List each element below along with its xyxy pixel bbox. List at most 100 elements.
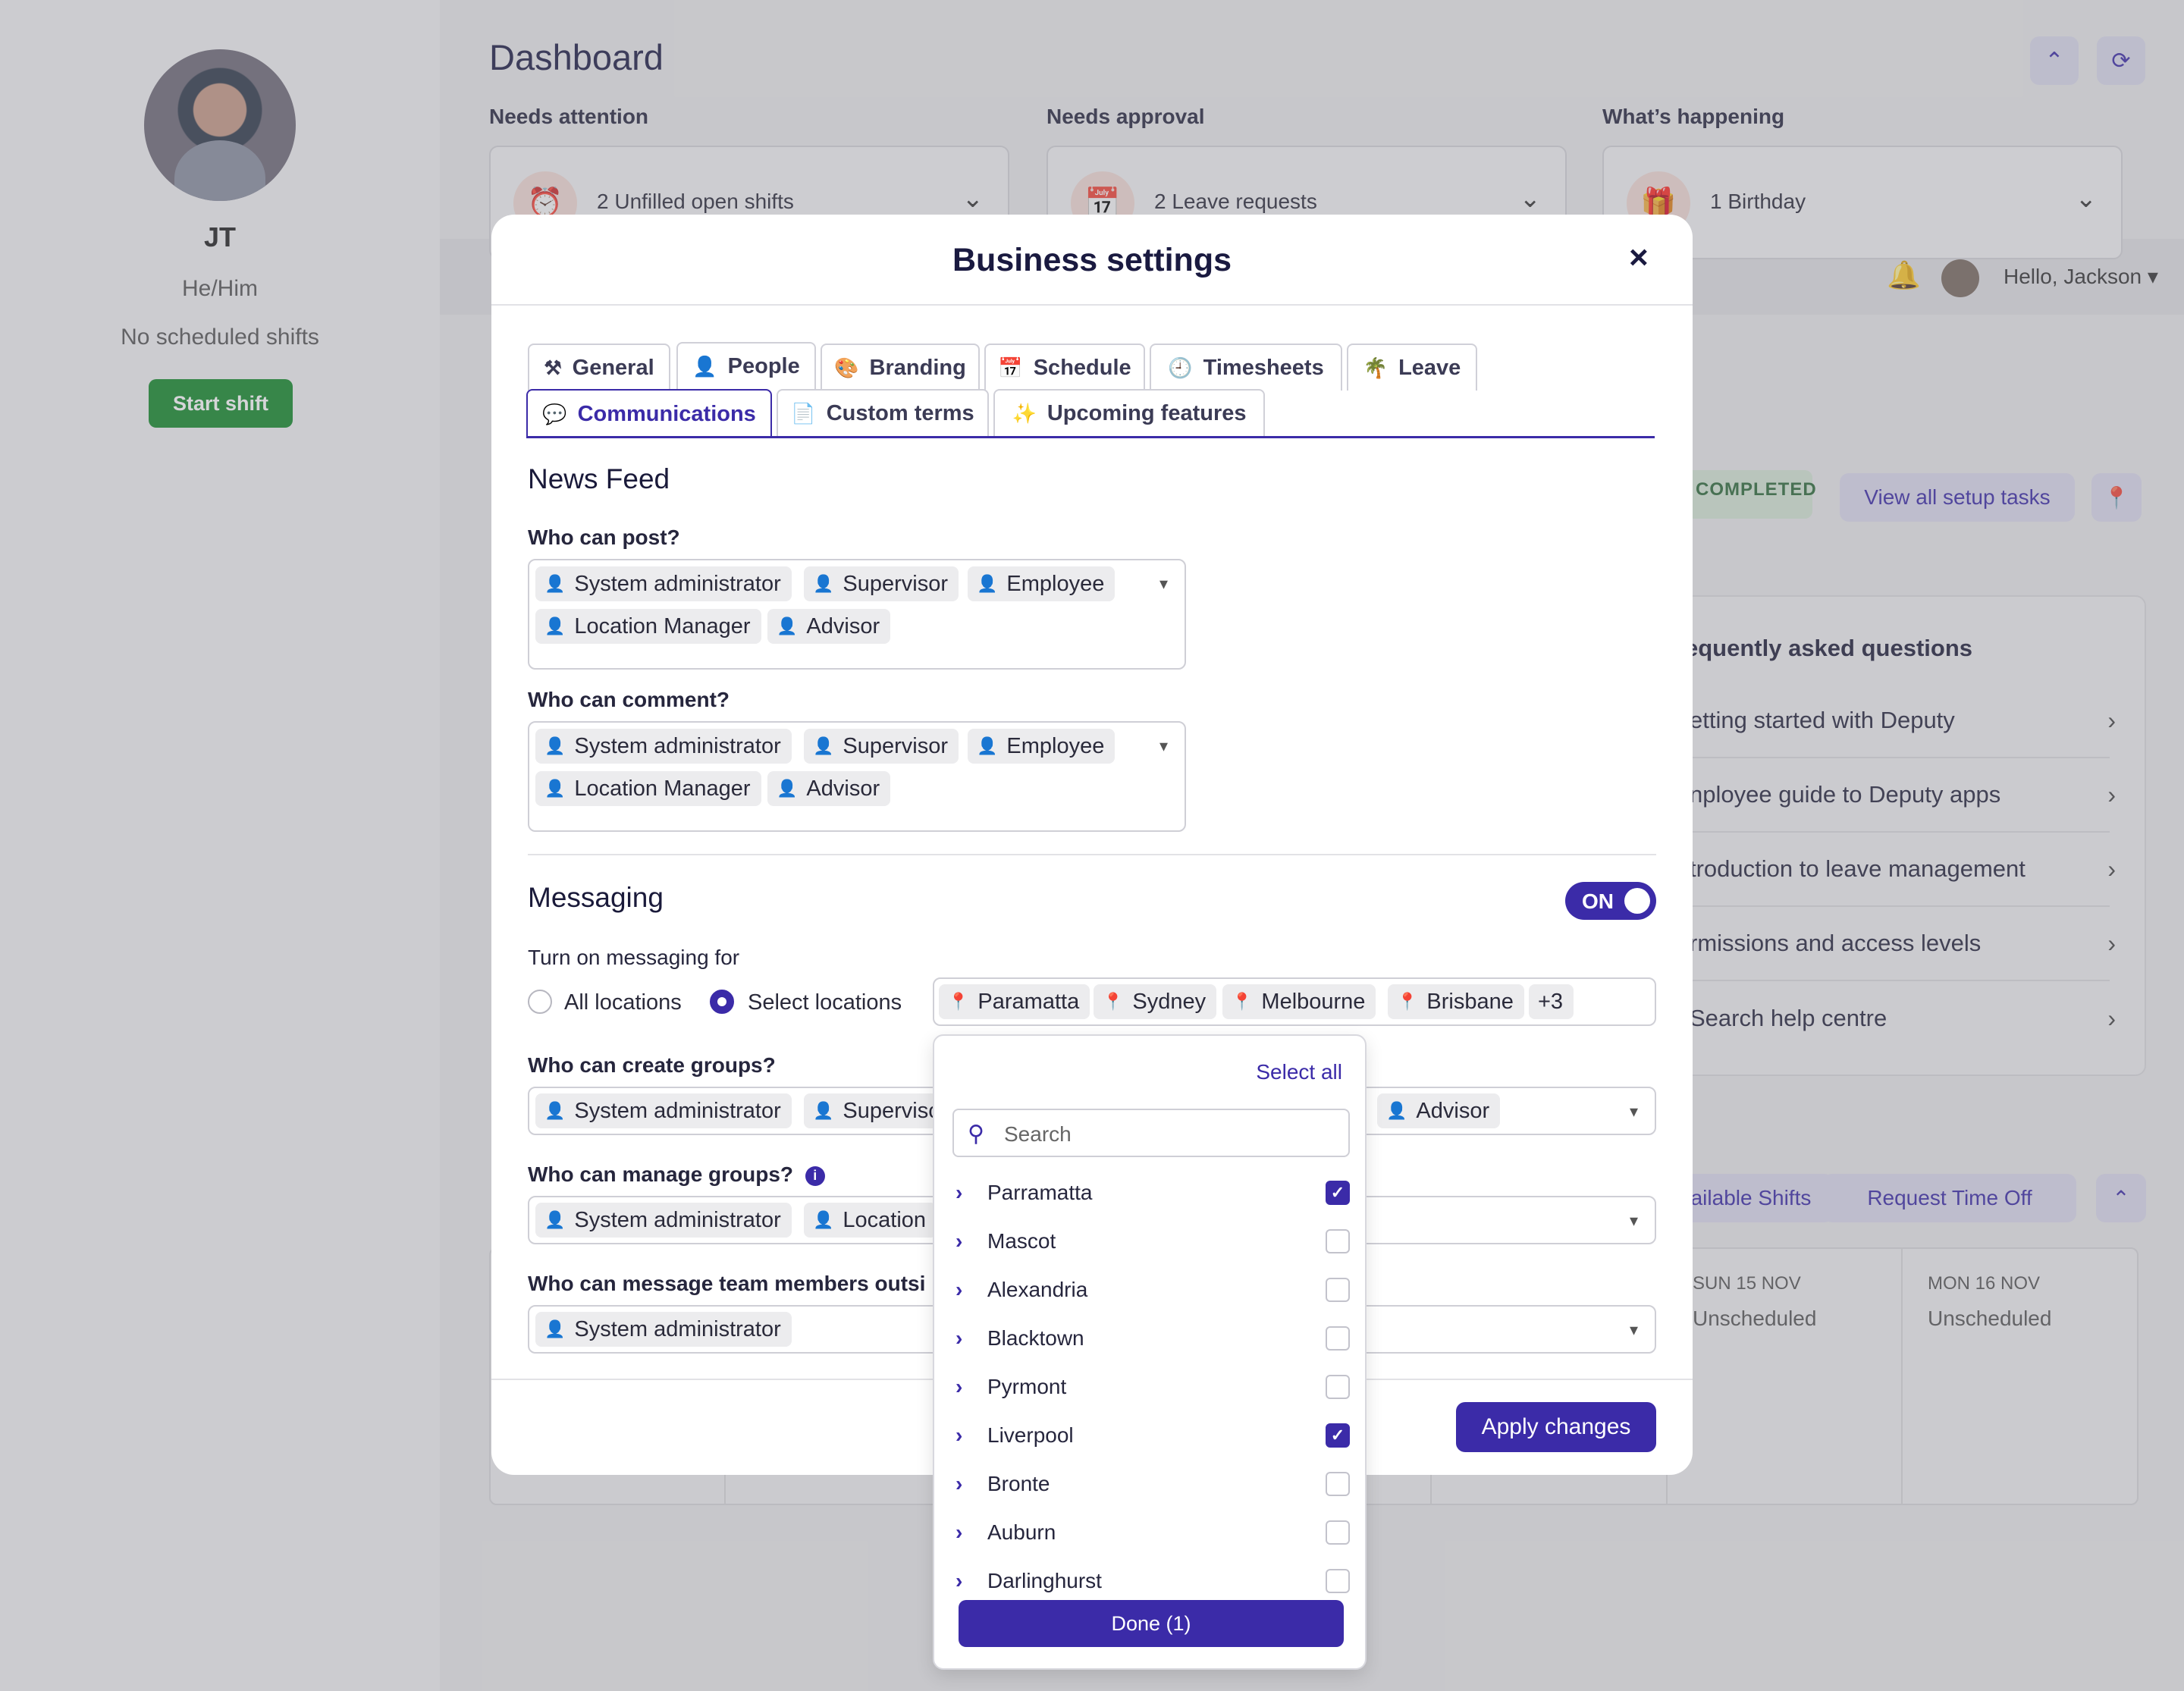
palette-icon: 🎨 xyxy=(834,356,859,379)
role-tag[interactable]: 👤 Employee xyxy=(968,566,1116,601)
message-outside-label: Who can message team members outsi xyxy=(528,1272,926,1295)
who-can-post-select[interactable]: 👤 System administrator 👤 Supervisor 👤 Emplo… xyxy=(528,559,1186,670)
role-tag[interactable]: 👤 Location Manager xyxy=(535,609,761,644)
chevron-right-icon[interactable]: › xyxy=(956,1569,978,1593)
tab-timesheets[interactable]: 🕘 Timesheets xyxy=(1150,344,1342,391)
location-select[interactable]: 📍 Paramatta 📍 Sydney 📍 Melbourne 📍 Brisbane … xyxy=(933,977,1656,1026)
location-tag[interactable]: 📍 Brisbane xyxy=(1388,984,1524,1019)
checkbox[interactable] xyxy=(1326,1278,1350,1302)
apply-changes-button[interactable]: Apply changes xyxy=(1456,1402,1656,1452)
chevron-right-icon[interactable]: › xyxy=(956,1375,978,1399)
option-label: Alexandria xyxy=(987,1278,1088,1301)
calendar-icon: 📅 xyxy=(998,356,1023,379)
role-tag[interactable]: 👤 Advisor xyxy=(1377,1093,1501,1128)
all-locations-radio[interactable] xyxy=(528,990,552,1014)
all-locations-label[interactable]: All locations xyxy=(564,990,682,1015)
option-label: Mascot xyxy=(987,1229,1056,1253)
more-locations-tag[interactable]: +3 xyxy=(1529,984,1574,1019)
checkbox[interactable] xyxy=(1326,1326,1350,1351)
tab-branding[interactable]: 🎨 Branding xyxy=(821,344,980,391)
location-option[interactable]: › Parramatta ✓ xyxy=(956,1174,1350,1212)
checkbox[interactable] xyxy=(1326,1375,1350,1399)
search-placeholder: Search xyxy=(1004,1122,1072,1146)
chevron-right-icon[interactable]: › xyxy=(956,1229,978,1253)
location-option[interactable]: › Auburn xyxy=(956,1514,1350,1551)
tag-label: System administrator xyxy=(574,571,781,596)
tab-upcoming-features[interactable]: ✨ Upcoming features xyxy=(993,389,1265,436)
close-icon[interactable]: × xyxy=(1629,239,1649,277)
tag-label: Sydney xyxy=(1132,989,1207,1014)
checkbox[interactable]: ✓ xyxy=(1326,1181,1350,1205)
tag-label: Advisor xyxy=(1416,1098,1490,1123)
checkbox[interactable] xyxy=(1326,1569,1350,1593)
role-tag[interactable]: 👤 Supervisc xyxy=(804,1093,950,1128)
location-option[interactable]: › Pyrmont xyxy=(956,1368,1350,1406)
person-icon: 👤 xyxy=(544,736,566,755)
person-icon: 👤 xyxy=(977,736,998,755)
location-option[interactable]: › Darlinghurst xyxy=(956,1562,1350,1600)
caret-down-icon: ▾ xyxy=(1629,1320,1638,1339)
person-icon: 👤 xyxy=(544,574,566,593)
location-option[interactable]: › Blacktown xyxy=(956,1319,1350,1357)
tag-label: System administrator xyxy=(574,1207,781,1232)
tag-label: Brisbane xyxy=(1426,989,1514,1014)
role-tag[interactable]: 👤 System administrator xyxy=(535,1312,792,1347)
select-locations-radio[interactable] xyxy=(710,990,734,1014)
who-can-comment-label: Who can comment? xyxy=(528,688,730,711)
location-tag[interactable]: 📍 Sydney xyxy=(1094,984,1217,1019)
tab-label: Communications xyxy=(577,401,756,426)
location-option[interactable]: › Alexandria xyxy=(956,1271,1350,1309)
done-button[interactable]: Done (1) xyxy=(959,1600,1344,1647)
role-tag[interactable]: 👤 Supervisor xyxy=(804,729,959,764)
info-icon[interactable]: i xyxy=(805,1166,825,1186)
select-locations-label[interactable]: Select locations xyxy=(748,990,902,1015)
checkbox[interactable]: ✓ xyxy=(1326,1423,1350,1448)
who-can-comment-select[interactable]: 👤 System administrator 👤 Supervisor 👤 Emplo… xyxy=(528,721,1186,832)
chevron-right-icon[interactable]: › xyxy=(956,1278,978,1302)
tag-label: Advisor xyxy=(806,776,880,801)
role-tag[interactable]: 👤 Location Manager xyxy=(535,771,761,806)
role-tag[interactable]: 👤 Advisor xyxy=(767,609,891,644)
location-search-input[interactable]: ⚲ Search xyxy=(952,1109,1350,1157)
tag-label: Advisor xyxy=(806,613,880,638)
checkbox[interactable] xyxy=(1326,1229,1350,1253)
checkbox[interactable] xyxy=(1326,1472,1350,1496)
tag-label: System administrator xyxy=(574,1098,781,1123)
location-option[interactable]: › Bronte xyxy=(956,1465,1350,1503)
messaging-toggle[interactable]: ON xyxy=(1565,882,1656,920)
chevron-right-icon[interactable]: › xyxy=(956,1326,978,1351)
role-tag[interactable]: 👤 Advisor xyxy=(767,771,891,806)
tab-leave[interactable]: 🌴 Leave xyxy=(1347,344,1477,391)
tag-label: Location Manager xyxy=(574,776,751,801)
select-all-link[interactable]: Select all xyxy=(1256,1060,1342,1084)
chevron-right-icon[interactable]: › xyxy=(956,1520,978,1545)
role-tag[interactable]: 👤 System administrator xyxy=(535,1093,792,1128)
role-tag[interactable]: 👤 Employee xyxy=(968,729,1116,764)
person-icon: 👤 xyxy=(977,574,998,593)
tab-custom-terms[interactable]: 📄 Custom terms xyxy=(777,389,989,436)
tag-label: Employee xyxy=(1006,571,1105,596)
tab-communications[interactable]: 💬 Communications xyxy=(526,389,772,438)
map-pin-icon: 📍 xyxy=(948,992,969,1011)
tag-label: Location Manager xyxy=(574,613,751,638)
chevron-right-icon[interactable]: › xyxy=(956,1423,978,1448)
manage-groups-text: Who can manage groups? xyxy=(528,1162,794,1186)
role-tag[interactable]: 👤 Supervisor xyxy=(804,566,959,601)
chevron-right-icon[interactable]: › xyxy=(956,1181,978,1205)
location-tag[interactable]: 📍 Melbourne xyxy=(1222,984,1376,1019)
role-tag[interactable]: 👤 System administrator xyxy=(535,566,792,601)
chat-bubble-icon: 💬 xyxy=(542,402,567,425)
tab-schedule[interactable]: 📅 Schedule xyxy=(984,344,1145,391)
tab-general[interactable]: ⚒ General xyxy=(528,344,670,391)
location-option[interactable]: › Liverpool ✓ xyxy=(956,1416,1350,1454)
role-tag[interactable]: 👤 System administrator xyxy=(535,729,792,764)
location-option[interactable]: › Mascot xyxy=(956,1222,1350,1260)
role-tag[interactable]: 👤 Location xyxy=(804,1203,937,1238)
caret-down-icon: ▾ xyxy=(1629,1102,1638,1121)
checkbox[interactable] xyxy=(1326,1520,1350,1545)
chevron-right-icon[interactable]: › xyxy=(956,1472,978,1496)
role-tag[interactable]: 👤 System administrator xyxy=(535,1203,792,1238)
tab-people[interactable]: 👤 People xyxy=(676,342,816,389)
option-label: Pyrmont xyxy=(987,1375,1067,1398)
location-tag[interactable]: 📍 Paramatta xyxy=(939,984,1090,1019)
